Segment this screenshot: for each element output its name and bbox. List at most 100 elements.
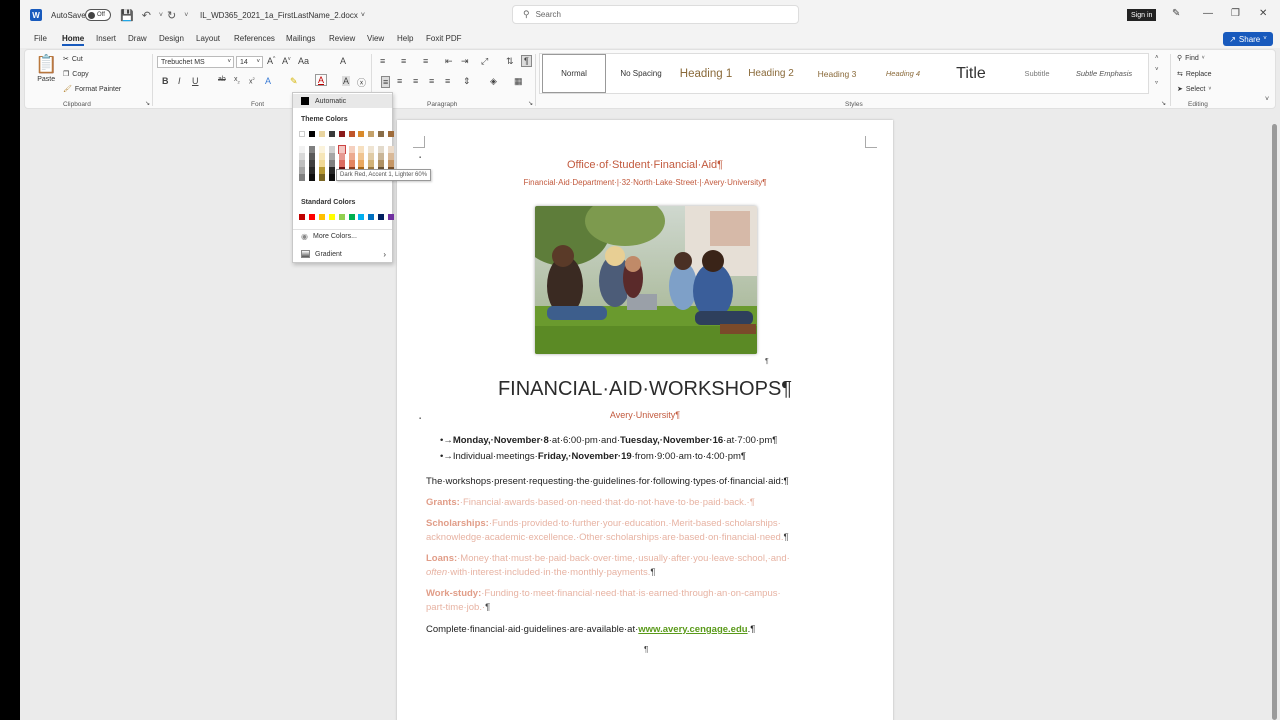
document-page[interactable]: ▪ ▪ Office·of·Student·Financial·Aid¶ Fin… [397,120,893,720]
theme-shade-swatch[interactable] [299,174,305,181]
theme-shade-swatch[interactable] [378,160,385,167]
standard-color-swatch[interactable] [348,214,355,220]
pen-icon[interactable]: ✎ [1172,8,1180,19]
students-photo[interactable] [535,206,757,354]
work-study-paragraph[interactable]: Work-study:·Funding·to·meet·financial·ne… [426,588,781,599]
theme-color-swatch[interactable] [358,131,365,137]
theme-color-swatch[interactable] [388,131,395,137]
theme-shade-swatch[interactable] [308,160,315,167]
dialog-launcher-icon[interactable]: ↘ [1161,100,1166,107]
text-effects-icon[interactable]: A [265,76,271,86]
theme-shade-swatch[interactable] [358,146,365,153]
theme-shade-swatch[interactable] [337,145,346,154]
theme-shade-swatch[interactable] [388,153,395,160]
close-icon[interactable]: ✕ [1259,8,1267,19]
standard-color-swatch[interactable] [368,214,375,220]
theme-shade-swatch[interactable] [308,153,315,160]
gradient-option[interactable]: Gradient › [293,247,392,261]
customize-toolbar-icon[interactable]: ˅ [184,12,188,19]
search-input[interactable]: ⚲ Search [512,5,799,24]
shrink-font-icon[interactable]: Av [282,56,291,66]
save-icon[interactable]: 💾 [120,9,134,22]
standard-color-swatch[interactable] [299,214,305,220]
theme-shade-swatch[interactable] [318,167,325,174]
theme-shade-swatch[interactable] [328,146,335,153]
theme-shade-swatch[interactable] [299,153,305,160]
theme-shade-swatch[interactable] [299,146,305,153]
undo-icon[interactable]: ↶ [142,9,151,22]
intro-paragraph[interactable]: The·workshops·present·requesting·the·gui… [426,476,789,487]
work-study-paragraph-line2[interactable]: part-time·job.·¶ [426,602,490,613]
tab-review[interactable]: Review [329,34,355,43]
style-normal[interactable]: Normal [542,54,606,93]
tab-layout[interactable]: Layout [196,34,220,43]
theme-shade-swatch[interactable] [328,160,335,167]
font-size-select[interactable]: 14 ˅ [236,56,263,68]
vertical-scrollbar[interactable] [1270,110,1278,720]
standard-color-swatch[interactable] [328,214,335,220]
standard-color-swatch[interactable] [318,214,325,220]
more-colors-option[interactable]: ◉ More Colors... [293,229,392,243]
loans-paragraph-line2[interactable]: often·with·interest·included·in·the·mont… [426,567,656,578]
scholarships-paragraph-line2[interactable]: acknowledge·academic·excellence.·Other·s… [426,532,789,543]
chevron-down-icon[interactable]: ˅ [159,12,163,19]
chevron-down-icon[interactable]: ˅ [361,12,365,19]
strikethrough-icon[interactable]: ab [218,76,226,83]
style-title[interactable]: Title [938,54,1004,93]
collapse-ribbon-icon[interactable]: ˅ [1265,96,1269,103]
theme-shade-swatch[interactable] [318,146,325,153]
theme-color-swatch[interactable] [328,131,335,137]
font-name-select[interactable]: Trebuchet MS ˅ [157,56,234,68]
standard-color-swatch[interactable] [388,214,395,220]
style-heading-2[interactable]: Heading 2 [740,54,802,93]
tab-foxit-pdf[interactable]: Foxit PDF [426,34,462,43]
borders-icon[interactable]: ▦ [514,76,523,87]
increase-indent-icon[interactable]: ⇥ [461,56,469,67]
autosave-toggle[interactable]: Off [85,9,111,21]
select-button[interactable]: ➤ Select ˅ [1177,85,1211,94]
university-subtitle[interactable]: Avery·University¶ [397,410,893,420]
theme-color-swatch[interactable] [308,131,315,137]
sign-in-button[interactable]: Sign in [1127,9,1157,21]
styles-more-icon[interactable]: ▿ [1155,79,1158,86]
style-heading-1[interactable]: Heading 1 [674,54,738,93]
clear-formatting-icon[interactable]: A [340,56,346,66]
theme-shade-swatch[interactable] [368,153,375,160]
website-link[interactable]: www.avery.cengage.edu [638,624,747,635]
automatic-color-option[interactable]: Automatic [293,94,392,108]
styles-scroll-up-icon[interactable]: ˄ [1155,55,1159,61]
format-painter-button[interactable]: 🖌 Format Painter [63,85,121,94]
distributed-icon[interactable]: ≡ [445,76,450,86]
line-spacing-icon[interactable]: ⇕ [463,76,471,87]
theme-shade-swatch[interactable] [318,160,325,167]
tab-help[interactable]: Help [397,34,413,43]
character-shading-icon[interactable]: A [342,76,351,86]
tab-design[interactable]: Design [159,34,184,43]
highlight-icon[interactable]: ✎ [290,76,298,87]
theme-shade-swatch[interactable] [299,160,305,167]
theme-shade-swatch[interactable] [308,167,315,174]
tab-draw[interactable]: Draw [128,34,147,43]
tab-mailings[interactable]: Mailings [286,34,315,43]
theme-shade-swatch[interactable] [348,153,355,160]
share-button[interactable]: ↗ Share ˅ [1223,32,1273,46]
theme-shade-swatch[interactable] [318,153,325,160]
sort-icon[interactable]: ⇅ [506,56,514,67]
theme-shade-swatch[interactable] [328,174,335,181]
multilevel-list-icon[interactable]: ≡ [423,56,428,66]
enclose-character-icon[interactable]: ⓧ [357,76,366,89]
cut-button[interactable]: ✂ Cut [63,55,83,64]
style-subtle-emphasis[interactable]: Subtle Emphasis [1070,54,1138,93]
align-center-icon[interactable]: ≡ [397,76,402,86]
style-heading-4[interactable]: Heading 4 [872,54,934,93]
replace-button[interactable]: ⇆ Replace [1177,70,1212,79]
loans-paragraph[interactable]: Loans:·Money·that·must·be·paid·back·over… [426,553,790,564]
bullets-icon[interactable]: ≡ [380,56,385,66]
tab-view[interactable]: View [367,34,384,43]
scholarships-paragraph[interactable]: Scholarships:·Funds·provided·to·further·… [426,518,781,529]
style-no-spacing[interactable]: No Spacing [610,54,672,93]
minimize-icon[interactable]: — [1203,8,1213,19]
theme-shade-swatch[interactable] [338,153,345,160]
theme-color-swatch[interactable] [368,131,375,137]
underline-icon[interactable]: U [192,76,199,86]
